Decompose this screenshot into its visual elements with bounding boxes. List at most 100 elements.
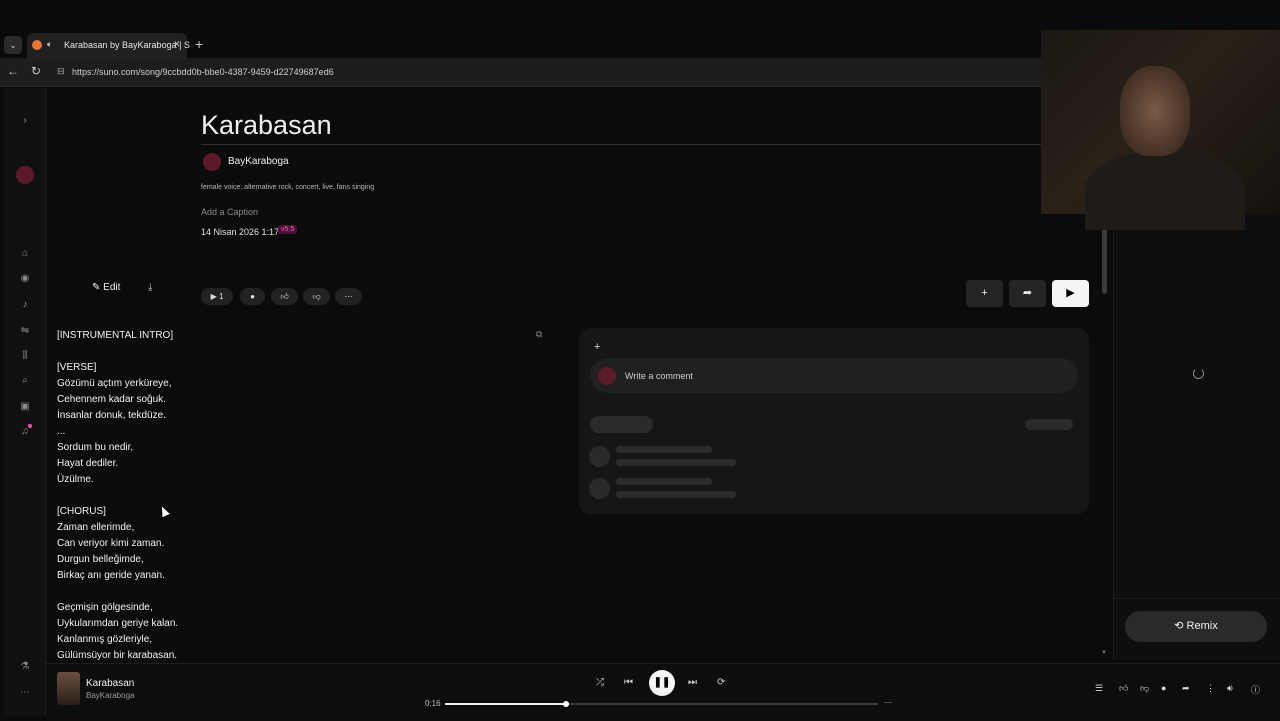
lyrics-panel: [INSTRUMENTAL INTRO] [VERSE] Gözümü açtım… — [57, 328, 197, 660]
lyric-line: ... — [57, 426, 66, 437]
loading-skeleton — [616, 491, 736, 498]
progress-more-icon[interactable]: ⋯ — [884, 698, 892, 707]
pause-button[interactable]: ❚❚ — [649, 670, 675, 696]
volume-icon[interactable]: 🔊︎ — [1227, 683, 1233, 694]
remix-button[interactable]: ⟲ Remix — [1125, 611, 1267, 642]
home-icon[interactable]: ⌂ — [18, 247, 32, 261]
lyric-line: Uykularımdan geriye kalan. — [57, 618, 179, 629]
create-icon[interactable]: ♪ — [18, 298, 32, 312]
url-text[interactable]: https://suno.com/song/9ccbdd0b-bbe0-4387… — [72, 67, 334, 77]
share-icon[interactable]: ➦ — [1182, 683, 1190, 694]
share-icon: ➦ — [1022, 287, 1033, 299]
search-icon[interactable]: ⌕ — [18, 374, 32, 388]
remix-label: Remix — [1186, 620, 1218, 632]
user-avatar[interactable] — [16, 166, 34, 184]
info-icon[interactable]: ⓘ — [1251, 683, 1260, 696]
progress-fill — [445, 703, 566, 705]
elapsed-time: 0:16 — [425, 699, 441, 708]
dislike-icon[interactable]: 👎︎ — [1140, 683, 1149, 694]
expand-sidebar-icon[interactable]: › — [18, 114, 32, 128]
comment-placeholder[interactable]: Write a comment — [625, 371, 693, 381]
add-caption[interactable]: Add a Caption — [201, 207, 258, 217]
webcam-person-body — [1085, 150, 1245, 230]
queue-icon[interactable]: ☰ — [1095, 683, 1103, 694]
play-count: 1 — [218, 292, 224, 301]
lyric-line: Gözümü açtım yerküreye, — [57, 378, 172, 389]
lyric-line: Birkaç anı geride yanan. — [57, 570, 165, 581]
library-icon[interactable]: ⫼ — [18, 349, 32, 363]
loading-skeleton — [616, 478, 712, 485]
song-title: Karabasan — [201, 110, 332, 140]
edit-lyrics-button[interactable]: ✎ Edit — [92, 282, 120, 293]
like-icon[interactable]: 👍︎ — [1119, 683, 1128, 694]
next-track-icon[interactable]: ⏭︎ — [688, 677, 697, 688]
comments-card — [579, 328, 1089, 514]
studio-icon[interactable]: ⇋ — [18, 324, 32, 338]
loading-skeleton — [589, 478, 610, 499]
lyric-line: [CHORUS] — [57, 506, 106, 517]
comment-button[interactable]: ● — [240, 288, 265, 305]
now-playing-artist[interactable]: BayKaraboga — [86, 691, 134, 700]
explore-icon[interactable]: ◉ — [18, 272, 32, 286]
title-divider — [201, 144, 1046, 145]
artist-avatar[interactable] — [203, 153, 221, 171]
pause-icon: ❚❚ — [653, 677, 671, 688]
hooks-icon[interactable]: ▣ — [18, 400, 32, 414]
loading-skeleton — [1025, 419, 1073, 430]
more-options-button[interactable]: ⋯ — [335, 288, 362, 305]
play-song-button[interactable]: ▶ — [1052, 280, 1089, 307]
tab-list-icon[interactable]: ⌄ — [4, 36, 22, 54]
lyric-line — [57, 584, 197, 600]
thumbs-up-icon: 👍︎ — [280, 292, 289, 301]
labs-icon[interactable]: ⚗ — [18, 660, 32, 674]
reload-icon[interactable]: ↻ — [31, 64, 41, 78]
tab-close-icon[interactable]: ✕ — [173, 39, 181, 50]
new-tab-button[interactable]: + — [195, 36, 203, 52]
tab-title: Karabasan by BayKaraboga | S — [64, 40, 190, 50]
add-comment-plus-icon[interactable]: + — [594, 341, 600, 353]
lyric-line: Durgun belleğimde, — [57, 554, 144, 565]
download-icon[interactable]: ⤓ — [148, 282, 152, 293]
left-sidebar: › ⌂ ◉ ♪ ⇋ ⫼ ⌕ ▣ ♫ ⚗ ⋯ — [4, 88, 46, 716]
suno-favicon-icon — [32, 40, 42, 50]
site-info-icon[interactable]: ⊟ — [57, 66, 65, 77]
lyric-line: Gülümsüyor bir karabasan. — [57, 650, 178, 660]
lyric-line: Geçmişin gölgesinde, — [57, 602, 153, 613]
scroll-down-arrow-icon[interactable]: ▼ — [1101, 650, 1107, 656]
loading-skeleton — [616, 446, 712, 453]
created-date: 14 Nisan 2026 1:17 — [201, 227, 280, 237]
back-arrow-icon[interactable]: ← — [7, 64, 19, 78]
edit-label: Edit — [103, 282, 121, 293]
share-button[interactable]: ➦ — [1009, 280, 1046, 307]
artist-name[interactable]: BayKaraboga — [228, 156, 289, 167]
lyric-line: Can veriyor kimi zaman. — [57, 538, 165, 549]
now-playing-title[interactable]: Karabasan — [86, 678, 134, 689]
add-to-playlist-button[interactable]: + — [966, 280, 1003, 307]
shuffle-icon[interactable]: ⤮ — [596, 677, 604, 688]
lyric-line: İnsanlar donuk, tekdüze. — [57, 410, 166, 421]
lyric-line — [57, 488, 197, 504]
loading-skeleton — [616, 459, 736, 466]
lyric-line: Hayat dediler. — [57, 458, 119, 469]
repeat-icon[interactable]: ⟳ — [717, 677, 725, 688]
like-button[interactable]: 👍︎ — [271, 288, 298, 305]
plus-icon: + — [981, 287, 988, 299]
more-icon[interactable]: ⋯ — [18, 686, 32, 700]
more-vertical-icon[interactable]: ⋮ — [1206, 683, 1215, 694]
previous-track-icon[interactable]: ⏮︎ — [624, 677, 633, 688]
thumbs-down-icon: 👎︎ — [312, 292, 321, 301]
loading-spinner-icon — [1193, 368, 1204, 379]
progress-knob[interactable] — [563, 701, 569, 707]
lyric-line: [INSTRUMENTAL INTRO] — [57, 330, 174, 341]
play-icon: ▶ — [210, 292, 219, 301]
webcam-person-face — [1120, 66, 1190, 156]
right-panel — [1113, 214, 1280, 660]
speaker-icon[interactable]: 🔈︎ — [47, 39, 52, 50]
version-badge: v5.5 — [278, 225, 298, 234]
now-playing-cover[interactable] — [57, 672, 80, 705]
remix-divider — [1113, 598, 1280, 599]
copy-lyrics-icon[interactable]: ⧉ — [536, 329, 542, 340]
dislike-button[interactable]: 👎︎ — [303, 288, 330, 305]
comment-icon[interactable]: ● — [1161, 683, 1166, 693]
play-count-button[interactable]: ▶ 1 — [201, 288, 233, 305]
